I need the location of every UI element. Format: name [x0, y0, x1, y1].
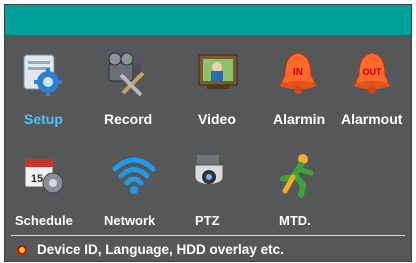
menu-item-alarmin[interactable]: IN Alarmin: [273, 49, 337, 129]
menu-label-alarmout: Alarmout: [341, 111, 403, 127]
main-menu-panel: Setup Record Video IN Alarmin OUT Alarmo…: [4, 4, 412, 262]
menu-item-network[interactable]: Network: [101, 151, 171, 231]
menu-label-alarmin: Alarmin: [273, 111, 326, 127]
ptz-icon: [191, 151, 237, 199]
menu-item-mtd[interactable]: MTD.: [267, 151, 327, 231]
video-icon: [195, 49, 241, 97]
alarmin-badge: IN: [293, 67, 303, 78]
calendar-day: 15: [31, 173, 43, 185]
menu-item-video[interactable]: Video: [189, 49, 249, 129]
menu-item-ptz[interactable]: PTZ: [183, 151, 243, 231]
dvr-menu-window: Setup Record Video IN Alarmin OUT Alarmo…: [0, 0, 416, 263]
menu-item-alarmout[interactable]: OUT Alarmout: [341, 49, 411, 129]
status-bar: Device ID, Language, HDD overlay etc.: [5, 239, 411, 261]
menu-label-video: Video: [198, 111, 236, 127]
status-text: Device ID, Language, HDD overlay etc.: [37, 242, 284, 257]
menu-label-mtd: MTD.: [279, 213, 311, 228]
status-bullet-icon: [17, 245, 27, 255]
schedule-icon: 15: [21, 151, 67, 199]
menu-label-schedule: Schedule: [15, 213, 73, 228]
separator-line: [11, 235, 405, 236]
menu-item-schedule[interactable]: 15 Schedule: [15, 151, 89, 231]
menu-label-setup: Setup: [24, 111, 63, 127]
network-icon: [111, 151, 157, 199]
title-bar: [5, 5, 411, 35]
menu-label-network: Network: [104, 213, 156, 228]
alarmout-badge: OUT: [363, 67, 383, 77]
menu-label-record: Record: [104, 111, 153, 127]
menu-item-setup[interactable]: Setup: [13, 49, 73, 129]
setup-icon: [18, 49, 64, 97]
alarmout-icon: OUT: [349, 49, 395, 97]
motion-detect-icon: [273, 151, 319, 199]
menu-label-ptz: PTZ: [195, 213, 220, 228]
record-icon: [103, 49, 149, 97]
alarmin-icon: IN: [275, 49, 321, 97]
menu-item-record[interactable]: Record: [97, 49, 167, 129]
